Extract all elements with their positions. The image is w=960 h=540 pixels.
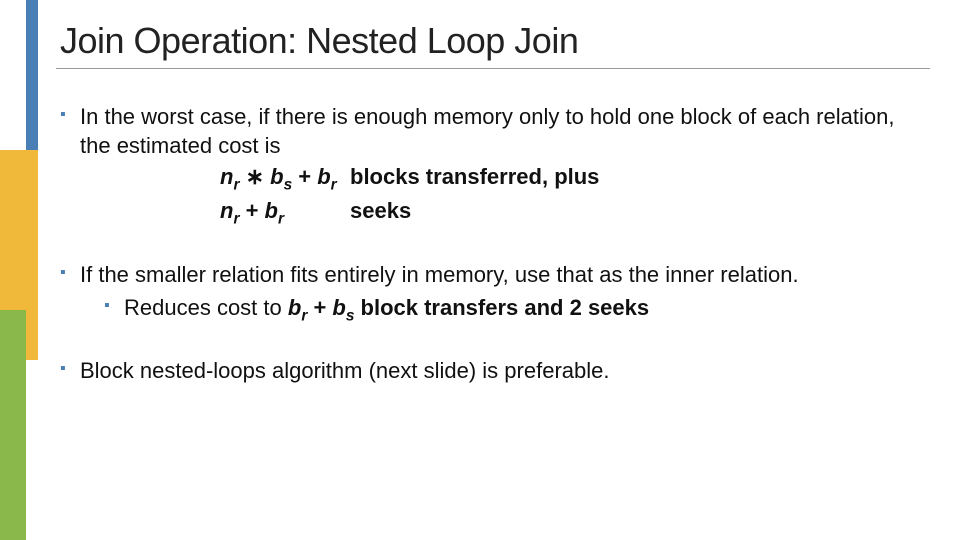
formula-expr-2: nr + br — [220, 196, 340, 230]
bullet-2-text: If the smaller relation fits entirely in… — [80, 262, 799, 287]
bullet-1-text: In the worst case, if there is enough me… — [80, 104, 894, 158]
formula-line-1: nr ∗ bs + br blocks transferred, plus — [220, 162, 930, 196]
sub-prefix: Reduces cost to — [124, 295, 288, 320]
formula-desc-2: seeks — [350, 196, 411, 226]
bullet-3: Block nested-loops algorithm (next slide… — [60, 357, 930, 386]
bullet-2: If the smaller relation fits entirely in… — [60, 261, 930, 328]
formula-desc-1: blocks transferred, plus — [350, 162, 599, 192]
formula-line-2: nr + br seeks — [220, 196, 930, 230]
bullet-2-sub: Reduces cost to br + bs block transfers … — [80, 293, 930, 327]
formula-block: nr ∗ bs + br blocks transferred, plus nr… — [220, 162, 930, 230]
bullet-list: In the worst case, if there is enough me… — [60, 103, 930, 386]
slide-title: Join Operation: Nested Loop Join — [60, 20, 930, 62]
bullet-3-text: Block nested-loops algorithm (next slide… — [80, 358, 609, 383]
title-underline — [56, 68, 930, 69]
decorative-sidebar — [0, 0, 38, 540]
slide-content: Join Operation: Nested Loop Join In the … — [60, 20, 930, 416]
bullet-1: In the worst case, if there is enough me… — [60, 103, 930, 231]
sub-suffix: block transfers and 2 seeks — [354, 295, 649, 320]
sidebar-green-bar — [0, 310, 26, 540]
formula-expr-1: nr ∗ bs + br — [220, 162, 340, 196]
